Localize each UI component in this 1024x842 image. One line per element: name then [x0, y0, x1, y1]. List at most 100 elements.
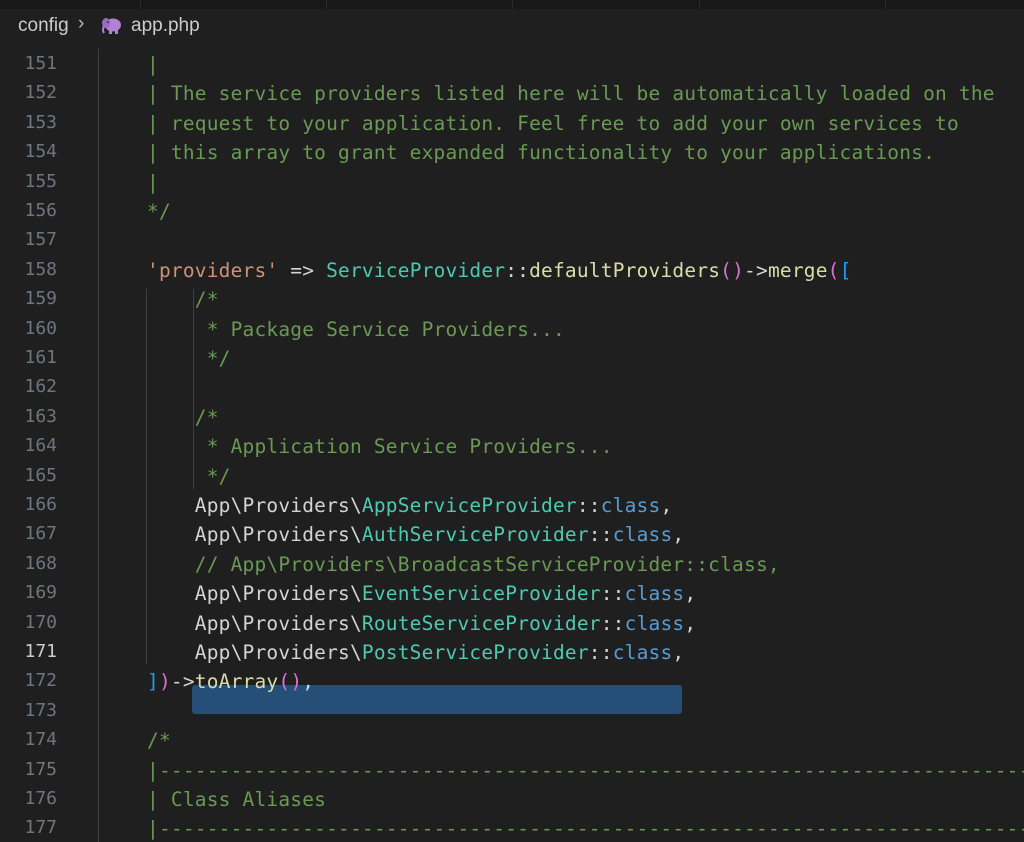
- code-token: | The service providers listed here will…: [147, 82, 995, 106]
- line-number: 173: [24, 699, 57, 721]
- tab[interactable]: [513, 0, 700, 9]
- code-line[interactable]: 156 */: [0, 196, 1024, 225]
- tab[interactable]: [327, 0, 513, 9]
- code-text[interactable]: * Package Service Providers...: [147, 318, 565, 341]
- code-line[interactable]: 171 App\Providers\PostServiceProvider::c…: [0, 637, 1024, 666]
- code-token: ::: [600, 582, 625, 606]
- code-line[interactable]: 169 App\Providers\EventServiceProvider::…: [0, 578, 1024, 607]
- code-text[interactable]: /*: [147, 288, 219, 311]
- code-line[interactable]: 154 | this array to grant expanded functi…: [0, 137, 1024, 166]
- code-token: App\Providers\: [147, 611, 362, 635]
- code-line[interactable]: 151 |: [0, 49, 1024, 78]
- code-text[interactable]: // App\Providers\BroadcastServiceProvide…: [147, 553, 780, 576]
- code-line[interactable]: 170 App\Providers\RouteServiceProvider::…: [0, 608, 1024, 637]
- code-text[interactable]: App\Providers\AppServiceProvider::class,: [147, 494, 672, 517]
- code-line[interactable]: 177 |------------------------------------…: [0, 813, 1024, 842]
- php-elephant-icon: [102, 18, 121, 34]
- code-text[interactable]: App\Providers\EventServiceProvider::clas…: [147, 582, 696, 605]
- code-line[interactable]: 173: [0, 696, 1024, 725]
- line-number: 177: [24, 817, 57, 839]
- code-text[interactable]: */: [147, 465, 231, 488]
- code-line[interactable]: 162: [0, 372, 1024, 401]
- code-text[interactable]: ])->toArray(),: [147, 670, 314, 693]
- code-text[interactable]: |: [147, 53, 159, 76]
- code-line[interactable]: 176 | Class Aliases: [0, 784, 1024, 813]
- code-text[interactable]: * Application Service Providers...: [147, 435, 613, 458]
- code-line[interactable]: 161 */: [0, 343, 1024, 372]
- code-line[interactable]: 153 | request to your application. Feel f…: [0, 108, 1024, 137]
- code-token: ,: [672, 523, 685, 547]
- code-token: class: [612, 523, 673, 547]
- line-number: 166: [24, 494, 57, 515]
- code-token: EventServiceProvider: [361, 582, 601, 606]
- code-text[interactable]: | request to your application. Feel free…: [147, 112, 959, 135]
- code-token: ServiceProvider: [326, 258, 506, 282]
- code-line[interactable]: 164 * Application Service Providers...: [0, 431, 1024, 460]
- breadcrumb-file[interactable]: app.php: [131, 15, 200, 37]
- code-text[interactable]: /*: [147, 729, 171, 752]
- tab[interactable]: [141, 0, 327, 9]
- code-text[interactable]: */: [147, 200, 171, 223]
- code-token: ,: [302, 670, 315, 694]
- code-text[interactable]: | The service providers listed here will…: [147, 82, 995, 105]
- line-number: 160: [24, 317, 57, 339]
- code-line[interactable]: 157: [0, 225, 1024, 254]
- code-line[interactable]: 158 'providers' => ServiceProvider::defau…: [0, 255, 1024, 284]
- code-text[interactable]: App\Providers\RouteServiceProvider::clas…: [147, 612, 696, 635]
- code-line[interactable]: 174 /*: [0, 725, 1024, 754]
- line-number: 161: [24, 347, 57, 368]
- line-number: 151: [24, 53, 57, 74]
- code-token: |: [147, 53, 159, 76]
- code-text[interactable]: |: [147, 171, 159, 194]
- code-token: App\Providers\: [147, 523, 362, 547]
- line-number: 162: [24, 376, 57, 398]
- code-line[interactable]: 163 /*: [0, 402, 1024, 431]
- line-number: 158: [24, 258, 57, 280]
- code-token: defaultProviders: [529, 258, 721, 282]
- code-text[interactable]: */: [147, 347, 231, 370]
- code-text[interactable]: |---------------------------------------…: [147, 759, 1024, 782]
- code-line[interactable]: 160 * Package Service Providers...: [0, 314, 1024, 343]
- code-line[interactable]: 175 |------------------------------------…: [0, 755, 1024, 784]
- code-text[interactable]: |---------------------------------------…: [147, 817, 1024, 840]
- code-text[interactable]: 'providers' => ServiceProvider::defaultP…: [147, 259, 852, 282]
- line-number: 153: [24, 111, 57, 133]
- code-line[interactable]: 167 App\Providers\AuthServiceProvider::c…: [0, 519, 1024, 548]
- code-line[interactable]: 165 */: [0, 461, 1024, 490]
- code-token: ,: [684, 582, 697, 606]
- code-line[interactable]: 172])->toArray(),: [0, 666, 1024, 695]
- code-token: // App\Providers\BroadcastServiceProvide…: [147, 552, 780, 576]
- code-token: | Class Aliases: [147, 788, 327, 811]
- code-line[interactable]: 166 App\Providers\AppServiceProvider::cl…: [0, 490, 1024, 519]
- code-token: ,: [684, 611, 697, 635]
- code-line[interactable]: 159 /*: [0, 284, 1024, 313]
- code-token: (: [827, 258, 840, 282]
- code-token: ,: [672, 641, 685, 664]
- line-number: 174: [24, 729, 57, 751]
- code-token: class: [612, 641, 673, 664]
- code-text[interactable]: | Class Aliases: [147, 788, 326, 811]
- tab[interactable]: [700, 0, 886, 9]
- code-token: ::: [576, 494, 601, 517]
- breadcrumb-folder[interactable]: config: [18, 15, 69, 37]
- code-line[interactable]: 168 // App\Providers\BroadcastServicePro…: [0, 549, 1024, 578]
- code-line[interactable]: 152 | The service providers listed here w…: [0, 78, 1024, 107]
- code-token: /*: [147, 729, 171, 753]
- code-token: | request to your application. Feel free…: [147, 111, 959, 135]
- code-editor[interactable]: 151 | 152 | The service providers listed he…: [0, 49, 1024, 842]
- code-text[interactable]: /*: [147, 406, 219, 429]
- code-token: ::: [600, 611, 625, 635]
- code-token: App\Providers\: [147, 641, 362, 664]
- line-number: 165: [24, 464, 57, 486]
- code-text[interactable]: App\Providers\PostServiceProvider::class…: [147, 641, 684, 664]
- code-token: ): [158, 670, 171, 694]
- code-text[interactable]: | this array to grant expanded functiona…: [147, 141, 935, 164]
- line-number: 157: [24, 229, 57, 251]
- line-number: 156: [24, 200, 57, 221]
- tab[interactable]: [0, 0, 141, 9]
- code-line[interactable]: 155 |: [0, 167, 1024, 196]
- code-token: [: [839, 258, 852, 282]
- code-text[interactable]: App\Providers\AuthServiceProvider::class…: [147, 523, 684, 546]
- code-token: ::: [505, 258, 530, 282]
- line-number: 168: [24, 552, 57, 574]
